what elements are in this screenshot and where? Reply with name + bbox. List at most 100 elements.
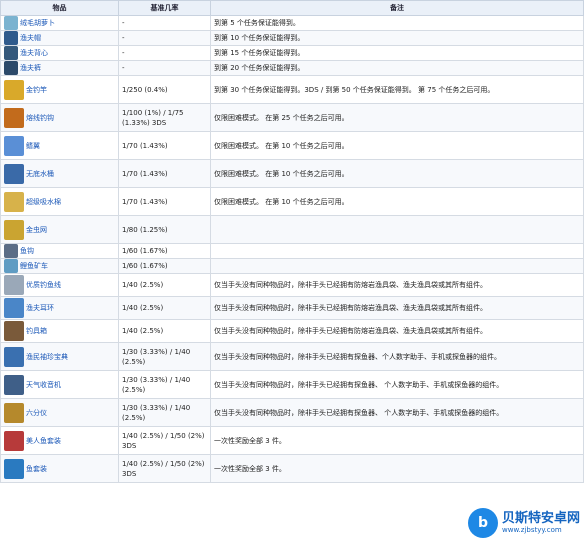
item-link[interactable]: 绒毛胡萝卜 (20, 18, 55, 28)
note-cell: 仅限困难模式。 在第 10 个任务之后可用。 (210, 159, 584, 188)
item-link[interactable]: 渔夫背心 (20, 48, 48, 58)
item-link[interactable]: 渔夫裤 (20, 63, 41, 73)
table-row: 金钓竿 1/250 (0.4%) 到第 30 个任务保证能得到。3DS / 到第 5… (0, 75, 584, 104)
item-link[interactable]: 熔线钓钩 (26, 113, 54, 123)
rate-cell: - (118, 60, 211, 76)
note-cell: 仅当手头没有同种物品时，除非手头已经拥有探鱼器、 个人数字助手、手机或探鱼器的组… (210, 398, 584, 427)
note-cell (210, 243, 584, 259)
item-cell: 绒毛胡萝卜 (0, 15, 119, 31)
item-cell: 熔线钓钩 (0, 103, 119, 132)
item-link[interactable]: 鱼套装 (26, 464, 47, 474)
header-note: 备注 (210, 0, 584, 16)
watermark-logo-icon: b (468, 508, 498, 538)
item-cell: 鳍翼 (0, 131, 119, 160)
note-cell: 到第 15 个任务保证能得到。 (210, 45, 584, 61)
item-icon (4, 46, 18, 60)
item-cell: 鱼套装 (0, 454, 119, 483)
rate-cell: 1/30 (3.33%) / 1/40 (2.5%) (118, 398, 211, 427)
item-cell: 渔民袖珍宝典 (0, 342, 119, 371)
table-row: 金虫网 1/80 (1.25%) (0, 215, 584, 244)
note-cell: 到第 10 个任务保证能得到。 (210, 30, 584, 46)
item-link[interactable]: 金虫网 (26, 225, 47, 235)
table-row: 鳍翼 1/70 (1.43%) 仅限困难模式。 在第 10 个任务之后可用。 (0, 131, 584, 160)
table-row: 渔夫背心 - 到第 15 个任务保证能得到。 (0, 45, 584, 61)
item-icon (4, 402, 24, 423)
table-row: 优质钓鱼线 1/40 (2.5%) 仅当手头没有同种物品时，除非手头已经拥有防熔岩渔… (0, 273, 584, 297)
watermark-badge: b 贝斯特安卓网 www.zjbstyy.com (468, 506, 580, 540)
item-cell: 天气收音机 (0, 370, 119, 399)
item-link[interactable]: 鳍翼 (26, 141, 40, 151)
item-link[interactable]: 渔夫帽 (20, 33, 41, 43)
rate-cell: 1/70 (1.43%) (118, 159, 211, 188)
rate-cell: 1/250 (0.4%) (118, 75, 211, 104)
table-row: 鲤鱼矿车 1/60 (1.67%) (0, 258, 584, 274)
note-cell: 仅当手头没有同种物品时，除非手头已经拥有防熔岩渔具袋、渔夫渔具袋或其所有组件。 (210, 319, 584, 343)
item-cell: 优质钓鱼线 (0, 273, 119, 297)
reward-table: 物品 基准几率 备注 绒毛胡萝卜 - 到第 5 个任务保证能得到。 渔夫帽 - 到第 10… (0, 0, 584, 483)
item-icon (4, 107, 24, 128)
table-row: 绒毛胡萝卜 - 到第 5 个任务保证能得到。 (0, 15, 584, 31)
note-cell: 到第 5 个任务保证能得到。 (210, 15, 584, 31)
item-cell: 六分仪 (0, 398, 119, 427)
item-link[interactable]: 鱼钩 (20, 246, 34, 256)
table-row: 渔夫裤 - 到第 20 个任务保证能得到。 (0, 60, 584, 76)
note-cell: 一次性奖励全部 3 件。 (210, 454, 584, 483)
item-cell: 超级吸水棉 (0, 187, 119, 216)
rate-cell: - (118, 30, 211, 46)
table-row: 鱼套装 1/40 (2.5%) / 1/50 (2%) 3DS 一次性奖励全部 3 … (0, 454, 584, 483)
item-icon (4, 298, 24, 318)
table-row: 熔线钓钩 1/100 (1%) / 1/75 (1.33%) 3DS 仅限困难模式。… (0, 103, 584, 132)
note-cell: 一次性奖励全部 3 件。 (210, 426, 584, 455)
item-icon (4, 346, 24, 367)
rate-cell: 1/60 (1.67%) (118, 243, 211, 259)
rate-cell: 1/80 (1.25%) (118, 215, 211, 244)
item-icon (4, 275, 24, 295)
rate-cell: 1/100 (1%) / 1/75 (1.33%) 3DS (118, 103, 211, 132)
rate-cell: 1/40 (2.5%) (118, 296, 211, 320)
item-icon (4, 31, 18, 45)
rate-cell: 1/40 (2.5%) / 1/50 (2%) 3DS (118, 454, 211, 483)
table-row: 渔夫帽 - 到第 10 个任务保证能得到。 (0, 30, 584, 46)
note-cell: 仅限困难模式。 在第 10 个任务之后可用。 (210, 187, 584, 216)
item-link[interactable]: 美人鱼套装 (26, 436, 61, 446)
item-cell: 钓具箱 (0, 319, 119, 343)
item-link[interactable]: 渔夫耳环 (26, 303, 54, 313)
item-icon (4, 163, 24, 184)
item-cell: 金钓竿 (0, 75, 119, 104)
item-cell: 鱼钩 (0, 243, 119, 259)
rate-cell: 1/30 (3.33%) / 1/40 (2.5%) (118, 370, 211, 399)
note-cell: 到第 30 个任务保证能得到。3DS / 到第 50 个任务保证能得到。 第 7… (210, 75, 584, 104)
table-row: 渔民袖珍宝典 1/30 (3.33%) / 1/40 (2.5%) 仅当手头没有同种… (0, 342, 584, 371)
watermark-title: 贝斯特安卓网 (502, 511, 581, 526)
item-link[interactable]: 渔民袖珍宝典 (26, 352, 68, 362)
item-cell: 美人鱼套装 (0, 426, 119, 455)
table-row: 美人鱼套装 1/40 (2.5%) / 1/50 (2%) 3DS 一次性奖励全部 … (0, 426, 584, 455)
rate-cell: 1/40 (2.5%) (118, 319, 211, 343)
header-item: 物品 (0, 0, 119, 16)
item-icon (4, 219, 24, 240)
item-icon (4, 259, 18, 273)
rate-cell: - (118, 15, 211, 31)
item-cell: 鲤鱼矿车 (0, 258, 119, 274)
rate-cell: 1/60 (1.67%) (118, 258, 211, 274)
item-icon (4, 191, 24, 212)
rate-cell: - (118, 45, 211, 61)
item-icon (4, 244, 18, 258)
item-icon (4, 374, 24, 395)
item-cell: 渔夫耳环 (0, 296, 119, 320)
item-link[interactable]: 无底水桶 (26, 169, 54, 179)
rate-cell: 1/40 (2.5%) (118, 273, 211, 297)
item-link[interactable]: 金钓竿 (26, 85, 47, 95)
item-link[interactable]: 钓具箱 (26, 326, 47, 336)
item-link[interactable]: 超级吸水棉 (26, 197, 61, 207)
item-link[interactable]: 六分仪 (26, 408, 47, 418)
item-link[interactable]: 天气收音机 (26, 380, 61, 390)
item-cell: 渔夫裤 (0, 60, 119, 76)
item-icon (4, 430, 24, 451)
item-icon (4, 61, 18, 75)
item-link[interactable]: 鲤鱼矿车 (20, 261, 48, 271)
rate-cell: 1/70 (1.43%) (118, 187, 211, 216)
item-icon (4, 135, 24, 156)
item-link[interactable]: 优质钓鱼线 (26, 280, 61, 290)
item-icon (4, 16, 18, 30)
